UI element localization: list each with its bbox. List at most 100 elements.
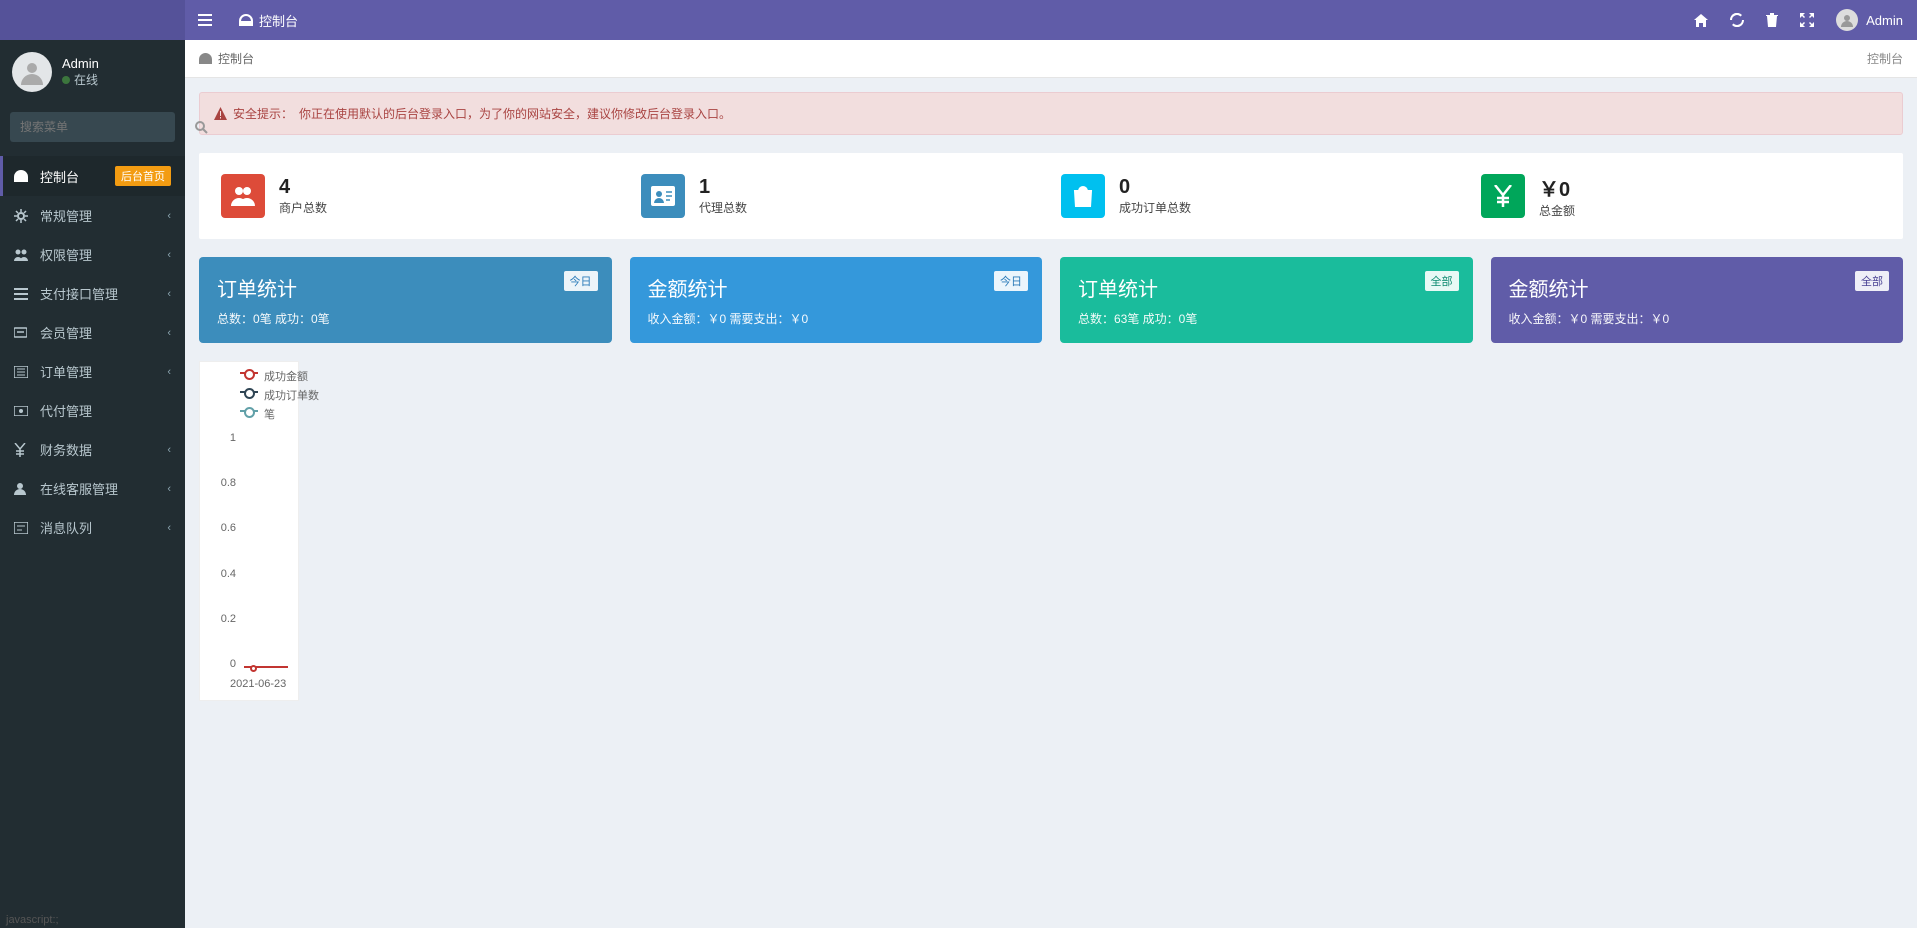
- stat-agents: 1 代理总数: [641, 173, 1041, 219]
- dashboard-icon: [199, 53, 212, 64]
- fullscreen-button[interactable]: [1800, 13, 1814, 27]
- badge-home: 后台首页: [115, 166, 171, 186]
- tab-dashboard[interactable]: 控制台: [225, 0, 312, 40]
- dashboard-icon: [14, 170, 30, 182]
- user-icon: [14, 482, 30, 495]
- sidebar-item-finance[interactable]: 财务数据 ‹: [0, 430, 185, 469]
- chart-y-axis: 1 0.8 0.6 0.4 0.2 0: [208, 432, 236, 670]
- users-icon: [221, 174, 265, 218]
- sidebar-item-queue[interactable]: 消息队列 ‹: [0, 508, 185, 547]
- summary-row: 今日 订单统计 总数：0笔 成功：0笔 今日 金额统计 收入金额：￥0 需要支出…: [199, 257, 1903, 343]
- main: 控制台 控制台 安全提示： 你正在使用默认的后台登录入口，为了你的网站安全，建议…: [185, 40, 1917, 715]
- tasks-icon: [14, 522, 30, 534]
- breadcrumb: 控制台 控制台: [185, 40, 1917, 78]
- home-button[interactable]: [1694, 14, 1708, 27]
- stat-label: 商户总数: [279, 199, 327, 216]
- tab-label: 控制台: [259, 11, 298, 30]
- dashboard-icon: [239, 14, 253, 26]
- legend-item[interactable]: 笔: [240, 406, 319, 422]
- chart-panel: 成功金额 成功订单数 笔 1 0.8 0.6 0.4 0.2 0 2021-06…: [199, 361, 299, 701]
- stat-orders: 0 成功订单总数: [1061, 173, 1461, 219]
- chevron-left-icon: ‹: [167, 483, 171, 495]
- chevron-left-icon: ‹: [167, 249, 171, 261]
- chart-point: [250, 665, 257, 672]
- sidebar-item-permission[interactable]: 权限管理 ‹: [0, 235, 185, 274]
- stat-value: 4: [279, 176, 327, 199]
- summary-title: 订单统计: [217, 273, 594, 302]
- sidebar-item-general[interactable]: 常规管理 ‹: [0, 196, 185, 235]
- sidebar-item-member[interactable]: 会员管理 ‹: [0, 313, 185, 352]
- summary-title: 订单统计: [1078, 273, 1455, 302]
- vcard-icon: [641, 174, 685, 218]
- chevron-left-icon: ‹: [167, 444, 171, 456]
- header: 控制台 Admin: [0, 0, 1917, 40]
- search-input[interactable]: [10, 112, 185, 142]
- legend-mark-icon: [240, 372, 258, 380]
- sidebar-search: [10, 112, 175, 142]
- avatar-icon: [1836, 9, 1858, 31]
- summary-tag: 全部: [1425, 271, 1459, 291]
- user-icon: [14, 326, 30, 339]
- stat-value: 0: [1119, 176, 1191, 199]
- chart-legend[interactable]: 成功金额 成功订单数 笔: [240, 368, 319, 425]
- chevron-left-icon: ‹: [167, 210, 171, 222]
- legend-item[interactable]: 成功订单数: [240, 387, 319, 403]
- header-left: 控制台: [185, 0, 312, 40]
- stats-row: 4 商户总数 1 代理总数 0 成功订单总数: [199, 153, 1903, 239]
- sidebar: Admin 在线 控制台 后台首页 常规管理 ‹ 权限管理 ‹: [0, 40, 185, 928]
- header-right: Admin: [1694, 9, 1917, 31]
- avatar: [12, 52, 52, 92]
- jpy-icon: [1481, 174, 1525, 218]
- sidebar-item-order[interactable]: 订单管理 ‹: [0, 352, 185, 391]
- search-button[interactable]: [185, 113, 218, 142]
- sidebar-nav: 控制台 后台首页 常规管理 ‹ 权限管理 ‹ 支付接口管理 ‹ 会员管理 ‹ 订…: [0, 156, 185, 547]
- stat-label: 代理总数: [699, 199, 747, 216]
- sidebar-status: 在线: [62, 71, 99, 88]
- summary-all-amount[interactable]: 全部 金额统计 收入金额：￥0 需要支出：￥0: [1491, 257, 1904, 343]
- sidebar-user-panel: Admin 在线: [0, 40, 185, 104]
- sidebar-item-dashboard[interactable]: 控制台 后台首页: [0, 156, 185, 196]
- online-dot-icon: [62, 76, 70, 84]
- summary-tag: 今日: [564, 271, 598, 291]
- alert-prefix: 安全提示：: [233, 105, 293, 122]
- summary-today-orders[interactable]: 今日 订单统计 总数：0笔 成功：0笔: [199, 257, 612, 343]
- user-menu[interactable]: Admin: [1836, 9, 1903, 31]
- yen-icon: [14, 443, 30, 457]
- sidebar-item-payment[interactable]: 支付接口管理 ‹: [0, 274, 185, 313]
- list-alt-icon: [14, 366, 30, 378]
- trash-button[interactable]: [1766, 13, 1778, 27]
- legend-mark-icon: [240, 410, 258, 418]
- sidebar-item-support[interactable]: 在线客服管理 ‹: [0, 469, 185, 508]
- group-icon: [14, 249, 30, 261]
- chevron-left-icon: ‹: [167, 327, 171, 339]
- chevron-left-icon: ‹: [167, 366, 171, 378]
- bars-icon: [198, 14, 212, 26]
- sidebar-item-payout[interactable]: 代付管理: [0, 391, 185, 430]
- money-icon: [14, 406, 30, 416]
- stat-label: 总金额: [1539, 202, 1575, 219]
- stat-value: 1: [699, 176, 747, 199]
- legend-mark-icon: [240, 391, 258, 399]
- chevron-left-icon: ‹: [167, 522, 171, 534]
- header-username: Admin: [1866, 13, 1903, 28]
- summary-today-amount[interactable]: 今日 金额统计 收入金额：￥0 需要支出：￥0: [630, 257, 1043, 343]
- stat-value: ￥0: [1539, 173, 1575, 202]
- summary-all-orders[interactable]: 全部 订单统计 总数：63笔 成功：0笔: [1060, 257, 1473, 343]
- legend-item[interactable]: 成功金额: [240, 368, 319, 384]
- summary-tag: 全部: [1855, 271, 1889, 291]
- stat-merchants: 4 商户总数: [221, 173, 621, 219]
- sidebar-username: Admin: [62, 56, 99, 71]
- summary-title: 金额统计: [1509, 273, 1886, 302]
- sidebar-toggle-button[interactable]: [185, 0, 225, 40]
- logo-area[interactable]: [0, 0, 185, 40]
- chevron-left-icon: ‹: [167, 288, 171, 300]
- refresh-button[interactable]: [1730, 13, 1744, 27]
- breadcrumb-left-text: 控制台: [218, 50, 254, 67]
- shopping-bag-icon: [1061, 174, 1105, 218]
- stat-label: 成功订单总数: [1119, 199, 1191, 216]
- security-alert: 安全提示： 你正在使用默认的后台登录入口，为了你的网站安全，建议你修改后台登录入…: [199, 92, 1903, 135]
- alert-text: 你正在使用默认的后台登录入口，为了你的网站安全，建议你修改后台登录入口。: [299, 105, 731, 122]
- chart-x-label: 2021-06-23: [230, 678, 286, 690]
- list-icon: [14, 288, 30, 300]
- status-bar: javascript:;: [0, 912, 65, 928]
